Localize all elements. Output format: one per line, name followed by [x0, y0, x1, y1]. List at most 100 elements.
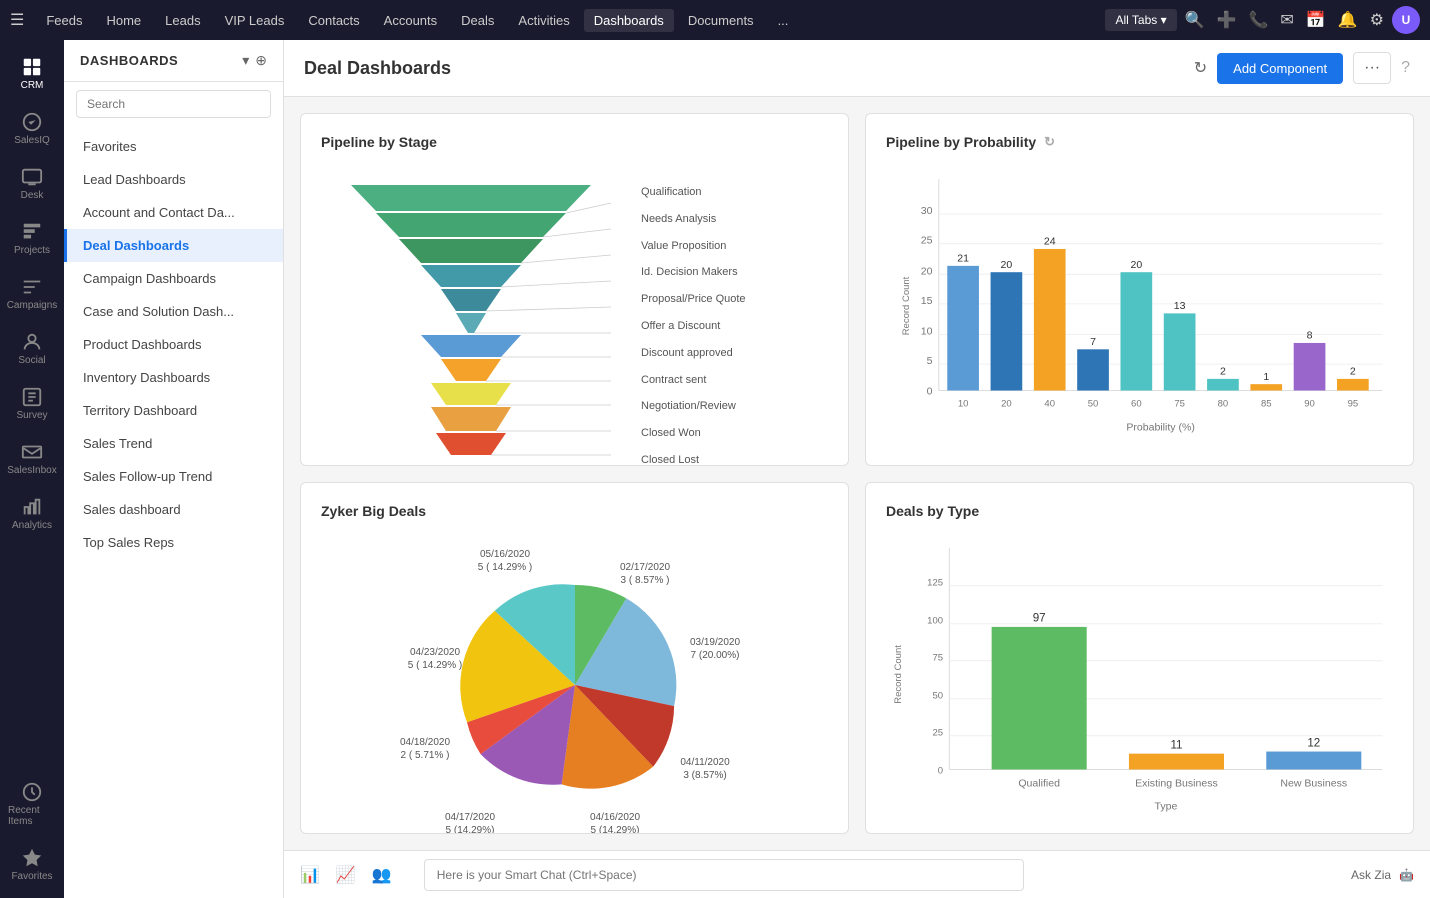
nav-deals[interactable]: Deals	[451, 9, 504, 32]
svg-text:03/19/2020: 03/19/2020	[689, 637, 739, 648]
all-tabs-button[interactable]: All Tabs ▾	[1105, 9, 1176, 31]
sidebar-item-recent[interactable]: Recent Items	[4, 773, 60, 835]
nav-accounts[interactable]: Accounts	[374, 9, 447, 32]
svg-text:97: 97	[1033, 611, 1046, 624]
phone-icon[interactable]: 📞	[1244, 6, 1272, 34]
svg-text:40: 40	[1044, 398, 1055, 409]
nav-list-item-sales-trend[interactable]: Sales Trend	[64, 427, 283, 460]
funnel-label-closed-lost: Closed Lost	[641, 454, 746, 466]
svg-text:Record Count: Record Count	[901, 276, 912, 335]
nav-list-item-deal[interactable]: Deal Dashboards	[64, 229, 283, 262]
nav-list-item-case[interactable]: Case and Solution Dash...	[64, 295, 283, 328]
nav-leads[interactable]: Leads	[155, 9, 210, 32]
svg-text:5 ( 14.29% ): 5 ( 14.29% )	[477, 562, 531, 573]
nav-more[interactable]: ...	[768, 9, 799, 32]
svg-text:Type: Type	[1154, 800, 1177, 812]
bottom-deals-icon[interactable]: 📊	[300, 865, 320, 885]
nav-list-item-lead[interactable]: Lead Dashboards	[64, 163, 283, 196]
svg-text:5: 5	[927, 355, 933, 367]
nav-home[interactable]: Home	[96, 9, 151, 32]
svg-text:85: 85	[1261, 398, 1272, 409]
nav-list-item-sales-dashboard[interactable]: Sales dashboard	[64, 493, 283, 526]
more-options-button[interactable]: ···	[1353, 52, 1391, 84]
svg-text:10: 10	[921, 326, 933, 338]
svg-text:7 (20.00%): 7 (20.00%)	[690, 650, 739, 661]
nav-list-item-inventory[interactable]: Inventory Dashboards	[64, 361, 283, 394]
nav-list-item-product[interactable]: Product Dashboards	[64, 328, 283, 361]
svg-text:0: 0	[927, 386, 933, 398]
sidebar-item-projects[interactable]: Projects	[4, 213, 60, 264]
svg-text:8: 8	[1307, 330, 1313, 342]
pie-chart-svg: 02/17/2020 3 ( 8.57% ) 03/19/2020 7 (20.…	[385, 535, 765, 835]
funnel-label-negotiation: Negotiation/Review	[641, 400, 746, 412]
probability-refresh-icon[interactable]: ↻	[1044, 134, 1055, 150]
svg-text:20: 20	[1001, 398, 1012, 409]
add-tab-icon[interactable]: ➕	[1213, 6, 1241, 34]
pipeline-by-stage-title: Pipeline by Stage	[321, 134, 828, 150]
svg-text:60: 60	[1131, 398, 1142, 409]
nav-activities[interactable]: Activities	[508, 9, 579, 32]
svg-text:20: 20	[1001, 259, 1013, 271]
nav-list-item-account[interactable]: Account and Contact Da...	[64, 196, 283, 229]
sidebar-item-desk[interactable]: Desk	[4, 158, 60, 209]
pipeline-by-probability-title: Pipeline by Probability ↻	[886, 134, 1393, 150]
ask-zia-label: Ask Zia	[1351, 868, 1391, 882]
hamburger-icon[interactable]: ☰	[10, 10, 24, 30]
zia-icon[interactable]: 🤖	[1399, 868, 1414, 882]
sidebar-item-salesiq[interactable]: SalesIQ	[4, 103, 60, 154]
sidebar-item-social[interactable]: Social	[4, 323, 60, 374]
nav-dashboards[interactable]: Dashboards	[584, 9, 674, 32]
nav-list-item-territory[interactable]: Territory Dashboard	[64, 394, 283, 427]
pipeline-by-stage-card: Pipeline by Stage	[300, 113, 849, 466]
sidebar-item-favorites[interactable]: Favorites	[4, 839, 60, 890]
svg-text:Probability (%): Probability (%)	[1126, 422, 1195, 434]
main-header: Deal Dashboards ↻ Add Component ··· ?	[284, 40, 1430, 97]
sidebar-item-salesinbox[interactable]: SalesInbox	[4, 433, 60, 484]
sidebar-item-survey[interactable]: Survey	[4, 378, 60, 429]
nav-sidebar-add-icon[interactable]: ⊕	[255, 52, 267, 69]
svg-text:5 (14.29%): 5 (14.29%)	[445, 825, 494, 835]
nav-vip-leads[interactable]: VIP Leads	[215, 9, 295, 32]
bottom-dashboard-icon[interactable]: 📈	[336, 865, 356, 885]
nav-list-item-campaign[interactable]: Campaign Dashboards	[64, 262, 283, 295]
funnel-label-closed-won: Closed Won	[641, 427, 746, 439]
svg-text:04/11/2020: 04/11/2020	[680, 757, 730, 768]
deals-by-type-bar-chart: 0 25 50 75 100 125 Record Count	[886, 535, 1393, 835]
add-component-button[interactable]: Add Component	[1217, 53, 1343, 84]
funnel-label-discount-approved: Discount approved	[641, 347, 746, 359]
sidebar-item-crm[interactable]: CRM	[4, 48, 60, 99]
settings-icon[interactable]: ⚙	[1366, 6, 1388, 34]
svg-text:Existing Business: Existing Business	[1135, 777, 1218, 789]
svg-text:25: 25	[932, 727, 943, 738]
calendar-icon[interactable]: 📅	[1302, 6, 1330, 34]
svg-text:50: 50	[932, 690, 943, 701]
svg-text:04/18/2020: 04/18/2020	[399, 737, 449, 748]
svg-text:10: 10	[958, 398, 969, 409]
svg-text:80: 80	[1218, 398, 1229, 409]
nav-list-item-followup[interactable]: Sales Follow-up Trend	[64, 460, 283, 493]
nav-feeds[interactable]: Feeds	[36, 9, 92, 32]
nav-list-item-top-reps[interactable]: Top Sales Reps	[64, 526, 283, 559]
sidebar-item-analytics[interactable]: Analytics	[4, 488, 60, 539]
nav-list-item-favorites[interactable]: Favorites	[64, 130, 283, 163]
nav-sidebar-dropdown-icon[interactable]: ▾	[242, 52, 249, 69]
sidebar-search[interactable]	[76, 90, 271, 118]
svg-text:125: 125	[927, 577, 943, 588]
search-icon[interactable]: 🔍	[1181, 6, 1209, 34]
zyker-big-deals-card: Zyker Big Deals	[300, 482, 849, 835]
nav-contacts[interactable]: Contacts	[298, 9, 369, 32]
nav-documents[interactable]: Documents	[678, 9, 764, 32]
mail-icon[interactable]: ✉	[1276, 6, 1297, 34]
bottom-contacts-icon[interactable]: 👥	[372, 865, 392, 885]
smart-chat-input[interactable]	[424, 859, 1024, 891]
avatar[interactable]: U	[1392, 6, 1420, 34]
icon-sidebar: CRM SalesIQ Desk Projects Campaigns Soci…	[0, 40, 64, 898]
svg-text:New Business: New Business	[1280, 777, 1347, 789]
sidebar-item-campaigns[interactable]: Campaigns	[4, 268, 60, 319]
svg-text:95: 95	[1348, 398, 1359, 409]
svg-text:2: 2	[1220, 366, 1226, 378]
svg-text:04/17/2020: 04/17/2020	[444, 812, 494, 823]
notification-icon[interactable]: 🔔	[1334, 6, 1362, 34]
help-icon[interactable]: ?	[1401, 59, 1410, 77]
refresh-button[interactable]: ↻	[1194, 58, 1207, 78]
